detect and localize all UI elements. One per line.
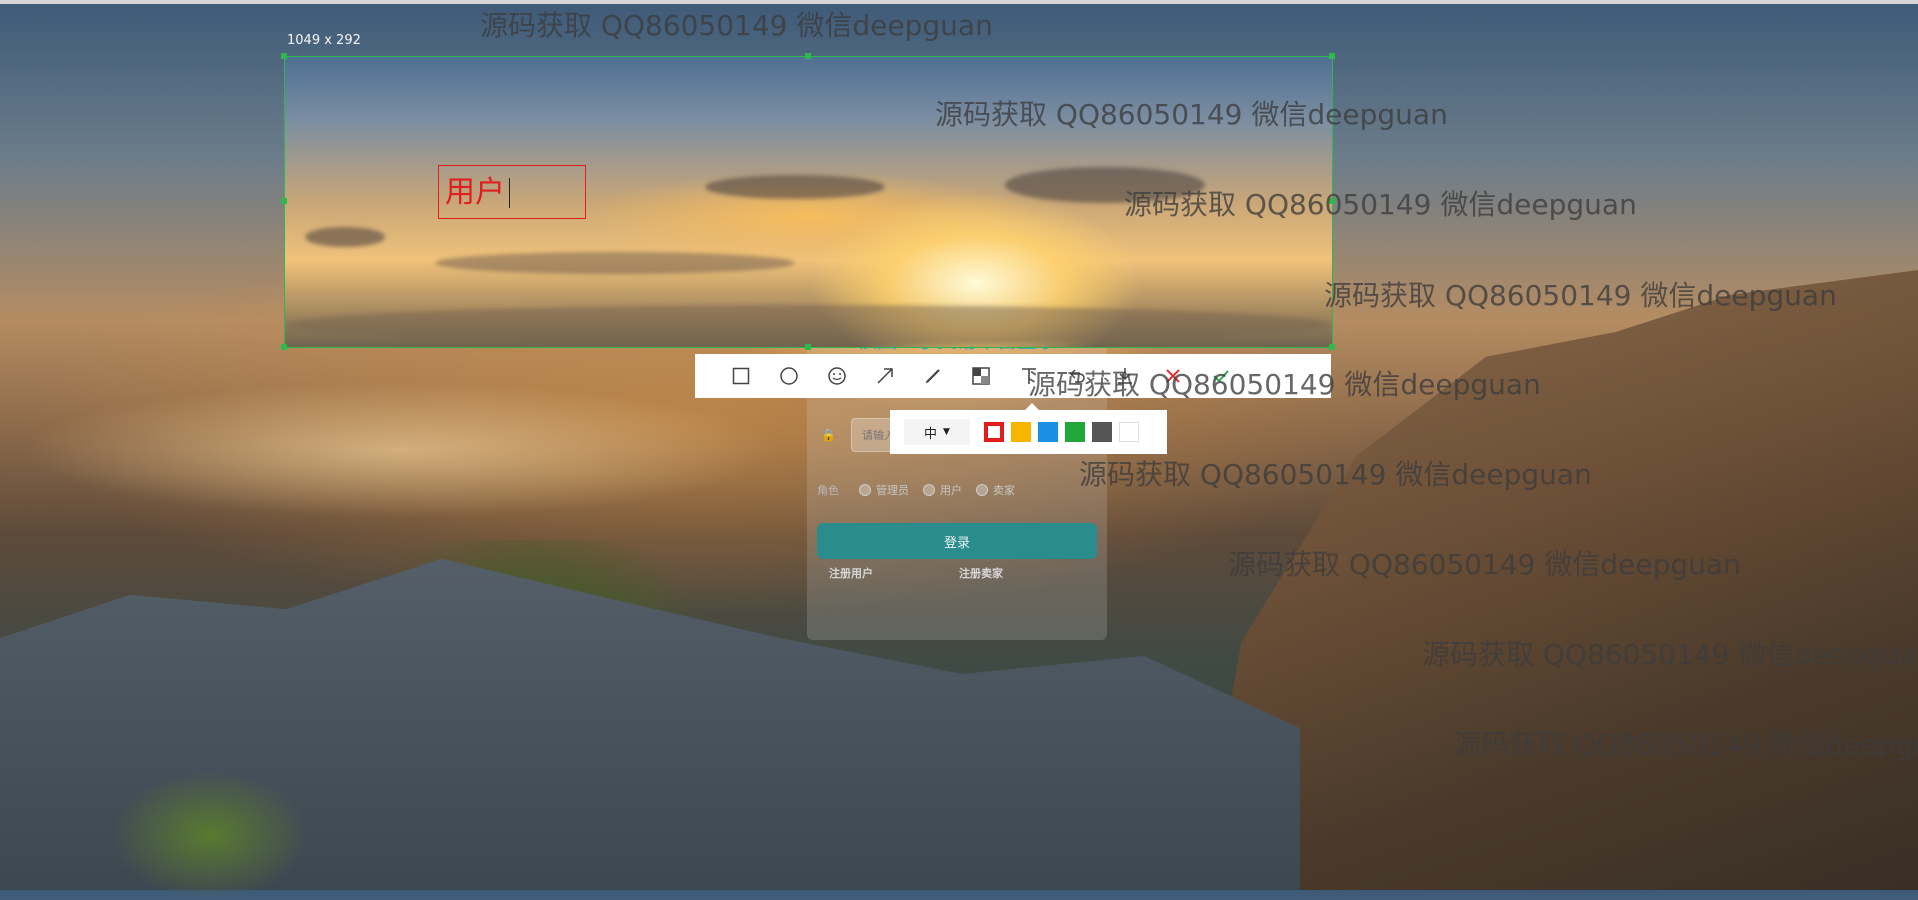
resize-handle-w[interactable] <box>281 198 287 204</box>
sky-cloud <box>705 175 885 199</box>
watermark-text: 源码获取 QQ86050149 微信deepguan <box>1228 548 1741 581</box>
radio-dot <box>923 484 935 496</box>
watermark-text: 源码获取 QQ86050149 微信deepguan <box>935 98 1448 131</box>
color-swatch-white[interactable] <box>1119 422 1139 442</box>
color-swatch-gray[interactable] <box>1092 422 1112 442</box>
role-radio-seller[interactable]: 卖家 <box>976 482 1015 498</box>
watermark-text: 源码获取 QQ86050149 微信deepguan <box>1324 279 1837 312</box>
watermark-text: 源码获取 QQ86050149 微信deepguan <box>1079 458 1592 491</box>
resize-handle-se[interactable] <box>1329 344 1335 350</box>
mosaic-icon[interactable] <box>957 354 1005 398</box>
sky-cloud <box>435 252 795 274</box>
resize-handle-s[interactable] <box>805 344 811 350</box>
lock-icon: 🔒 <box>821 428 836 442</box>
color-swatch-blue[interactable] <box>1038 422 1058 442</box>
text-style-palette: 中 ▼ <box>890 403 1167 454</box>
watermark-text: 源码获取 QQ86050149 微信deepguan <box>480 9 993 42</box>
resize-handle-n[interactable] <box>805 53 811 59</box>
emoji-icon[interactable] <box>813 354 861 398</box>
resize-handle-nw[interactable] <box>281 53 287 59</box>
radio-dot <box>976 484 988 496</box>
radio-dot <box>859 484 871 496</box>
color-swatch-green[interactable] <box>1065 422 1085 442</box>
register-seller-link[interactable]: 注册卖家 <box>959 565 1003 581</box>
watermark-text: 源码获取 QQ86050149 微信deepguan <box>1124 188 1637 221</box>
color-swatch-red[interactable] <box>984 422 1004 442</box>
login-button[interactable]: 登录 <box>817 523 1097 559</box>
watermark-text: 源码获取 QQ86050149 微信deepguan <box>1453 728 1918 761</box>
resize-handle-sw[interactable] <box>281 344 287 350</box>
chevron-down-icon: ▼ <box>943 427 950 437</box>
text-annotation[interactable]: 用户 <box>445 176 505 210</box>
role-selector: 角色 管理员 用户 卖家 <box>817 481 1097 499</box>
pen-icon[interactable] <box>909 354 957 398</box>
text-caret <box>509 178 510 208</box>
font-size-value: 中 <box>924 426 938 442</box>
resize-handle-ne[interactable] <box>1329 53 1335 59</box>
arrow-icon[interactable] <box>861 354 909 398</box>
sky-cloud <box>305 227 385 247</box>
role-radio-admin[interactable]: 管理员 <box>859 482 909 498</box>
ellipse-icon[interactable] <box>765 354 813 398</box>
role-label: 角色 <box>817 484 839 497</box>
font-size-select[interactable]: 中 ▼ <box>904 419 970 445</box>
color-swatch-yellow[interactable] <box>1011 422 1031 442</box>
text-annotation-box[interactable]: 用户 <box>438 165 586 219</box>
background-moss <box>110 770 310 900</box>
watermark-text: 源码获取 QQ86050149 微信deepguan <box>1028 368 1541 401</box>
sky-cloud <box>285 305 1332 345</box>
register-user-link[interactable]: 注册用户 <box>829 565 873 581</box>
watermark-text: 源码获取 QQ86050149 微信deepguan <box>1422 638 1918 671</box>
rectangle-icon[interactable] <box>717 354 765 398</box>
role-radio-user[interactable]: 用户 <box>923 482 962 498</box>
selection-size-label: 1049 x 292 <box>287 33 361 48</box>
